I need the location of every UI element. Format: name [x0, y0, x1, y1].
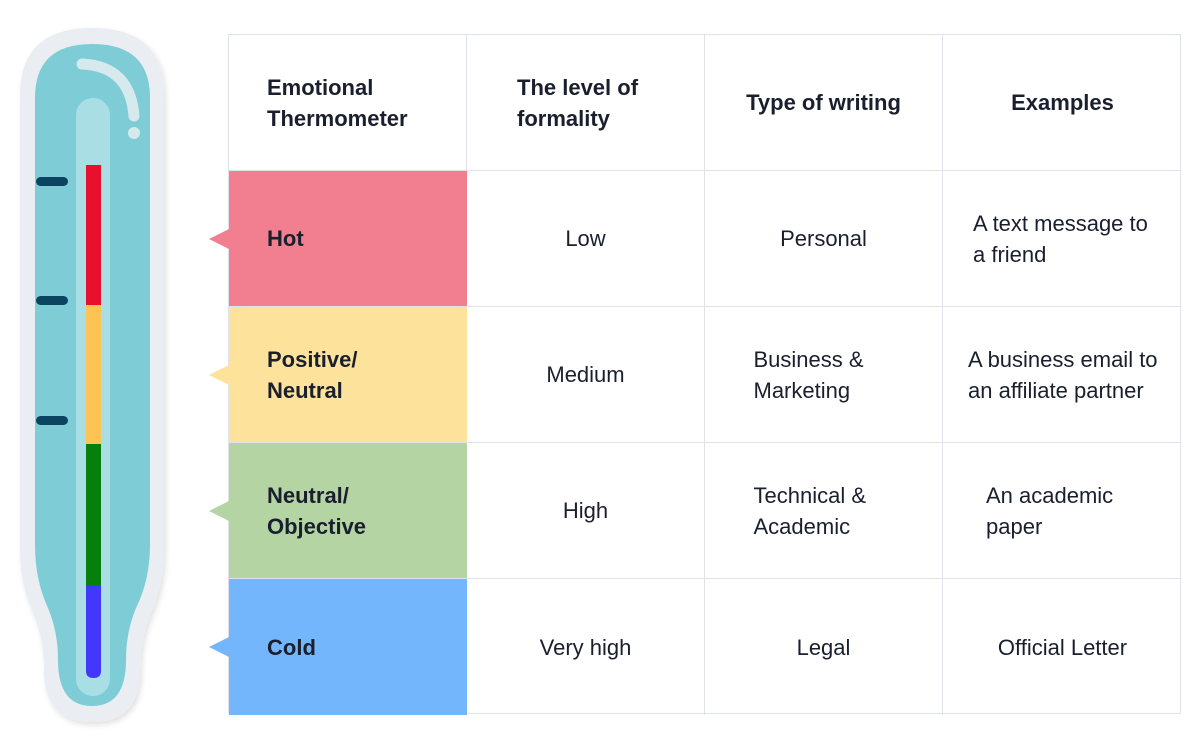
- thermo-segment-yellow: [86, 305, 101, 444]
- writing-type-cell: Technical & Academic: [705, 443, 943, 579]
- formality-cell: Very high: [467, 579, 705, 715]
- thermo-segment-red: [86, 165, 101, 305]
- pointer-arrow-icon: [209, 228, 229, 249]
- formality-value: Medium: [546, 362, 625, 387]
- level-label: Hot: [267, 226, 304, 251]
- formality-cell: High: [467, 443, 705, 579]
- level-label: Neutral/ Objective: [267, 482, 367, 539]
- writing-type-cell: Personal: [705, 171, 943, 307]
- thermo-tick: [36, 416, 68, 425]
- header-formality: The level of formality: [467, 35, 705, 171]
- writing-type-value: Personal: [780, 226, 867, 251]
- formality-value: Low: [565, 226, 606, 251]
- level-label: Positive/ Neutral: [267, 346, 358, 403]
- writing-type-value: Legal: [796, 634, 851, 660]
- level-neutral-objective: Neutral/ Objective: [209, 443, 467, 579]
- writing-type-value: Technical & Academic: [753, 482, 867, 539]
- thermo-tick: [36, 296, 68, 305]
- writing-type-value: Business & Marketing: [753, 346, 864, 403]
- example-value: A business email to an affiliate partner: [968, 346, 1158, 403]
- header-type-of-writing: Type of writing: [705, 35, 943, 171]
- pointer-arrow-icon: [209, 500, 229, 521]
- pointer-arrow-icon: [209, 637, 229, 657]
- thermo-segment-green: [86, 444, 101, 586]
- level-label: Cold: [267, 634, 316, 660]
- pointer-arrow-icon: [209, 364, 229, 385]
- writing-type-cell: Legal: [705, 579, 943, 715]
- example-cell: An academic paper: [943, 443, 1182, 579]
- formality-cell: Low: [467, 171, 705, 307]
- formality-value: High: [562, 498, 609, 523]
- example-value: An academic paper: [986, 482, 1114, 539]
- thermo-segment-blue: [86, 586, 101, 678]
- thermometer-highlight-dot: [128, 127, 140, 139]
- example-cell: A business email to an affiliate partner: [943, 307, 1182, 443]
- example-value: A text message to a friend: [973, 210, 1148, 267]
- header-emotional-thermometer: Emotional Thermometer: [229, 35, 467, 171]
- level-positive-neutral: Positive/ Neutral: [209, 307, 467, 443]
- formality-value: Very high: [539, 634, 632, 660]
- example-cell: Official Letter: [943, 579, 1182, 715]
- level-cold: Cold: [209, 579, 467, 715]
- formality-cell: Medium: [467, 307, 705, 443]
- writing-type-cell: Business & Marketing: [705, 307, 943, 443]
- header-examples: Examples: [943, 35, 1182, 171]
- example-value: Official Letter: [997, 634, 1128, 660]
- thermo-tick: [36, 177, 68, 186]
- level-hot: Hot: [209, 171, 467, 307]
- formality-table: Emotional Thermometer The level of forma…: [209, 34, 1182, 715]
- thermometer-illustration: [20, 28, 164, 722]
- example-cell: A text message to a friend: [943, 171, 1182, 307]
